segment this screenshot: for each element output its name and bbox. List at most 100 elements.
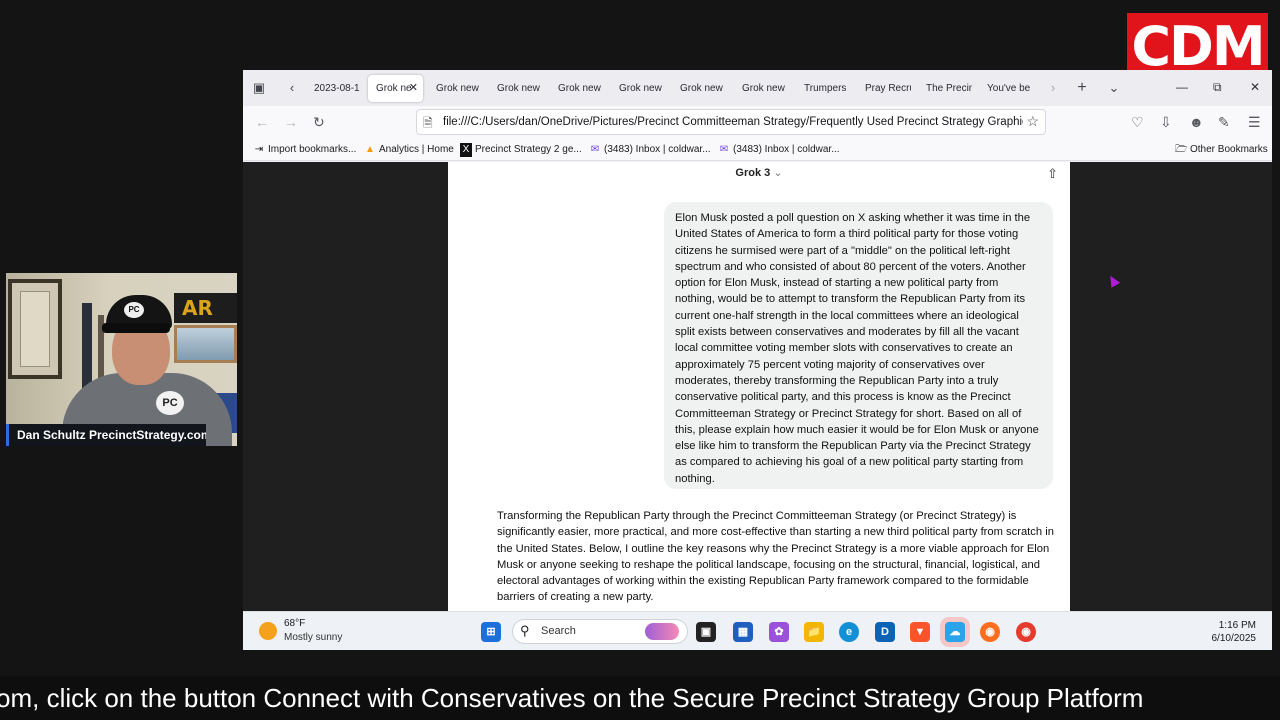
bookmark-label: (3483) Inbox | coldwar... xyxy=(604,144,711,155)
chevron-down-icon[interactable]: ⌄ xyxy=(1106,80,1122,96)
tab-label: Pray Recru xyxy=(865,83,911,94)
tab-label: Grok new xyxy=(558,83,601,94)
search-icon: ⚲ xyxy=(520,623,530,638)
weather-condition[interactable]: Mostly sunny xyxy=(284,632,342,643)
back-arrow-icon[interactable]: ← xyxy=(255,114,269,131)
mail-icon: ✉ xyxy=(719,144,729,155)
tab-youve-been[interactable]: You've be xyxy=(979,75,1033,102)
mail-icon: ✉ xyxy=(590,144,600,155)
import-icon: ⇥ xyxy=(254,144,264,155)
tab-label: Grok ne xyxy=(376,83,412,94)
bookmark-label: Analytics | Home xyxy=(379,144,454,155)
system-clock[interactable]: 1:16 PM 6/10/2025 xyxy=(1212,619,1257,645)
windows-taskbar: 68°F Mostly sunny ⊞ ⚲ Search ▣ ▦ ✿ 📁 e D… xyxy=(243,611,1272,650)
task-view-icon[interactable]: ▣ xyxy=(696,622,716,642)
weather-sun-icon[interactable] xyxy=(259,622,277,640)
edge-icon[interactable]: e xyxy=(839,622,859,642)
bookmark-star-icon[interactable]: ☆ xyxy=(1026,113,1039,130)
tab-the-precin[interactable]: The Precin xyxy=(918,75,972,102)
tab-trumpers[interactable]: Trumpers xyxy=(796,75,852,102)
bookmark-inbox[interactable]: ✉ (3483) Inbox | coldwar... xyxy=(589,143,711,157)
reload-icon[interactable]: ↻ xyxy=(313,114,325,131)
account-icon[interactable]: ☻ xyxy=(1189,114,1204,131)
downloads-icon[interactable]: ⇩ xyxy=(1160,114,1172,131)
tab-grok-active[interactable]: Grok ne ✕ xyxy=(368,75,423,102)
tab-grok[interactable]: Grok new xyxy=(611,75,667,102)
forward-arrow-icon[interactable]: → xyxy=(284,114,298,131)
chat-column: Grok 3 ⌄ ⇧ Elon Musk posted a poll quest… xyxy=(448,162,1070,611)
taskbar-search[interactable]: ⚲ Search xyxy=(512,619,688,644)
tab-2023-08[interactable]: 2023-08-1 xyxy=(306,75,361,102)
bookmark-analytics[interactable]: ▲ Analytics | Home xyxy=(364,143,454,157)
bookmark-label: Other Bookmarks xyxy=(1190,144,1268,155)
minimize-icon[interactable]: — xyxy=(1176,79,1188,95)
tab-list-icon[interactable]: ▣ xyxy=(251,80,267,96)
close-tab-icon[interactable]: ✕ xyxy=(409,75,418,102)
tab-grok[interactable]: Grok new xyxy=(672,75,728,102)
store-icon[interactable]: ▦ xyxy=(733,622,753,642)
presenter-caption: Dan Schultz PrecinctStrategy.com xyxy=(6,424,206,446)
news-ticker: om, click on the button Connect with Con… xyxy=(0,676,1280,720)
browser-window: ▣ ‹ 2023-08-1 Grok ne ✕ Grok new Grok new… xyxy=(243,70,1272,650)
copilot-icon[interactable]: ✿ xyxy=(769,622,789,642)
share-icon[interactable]: ⇧ xyxy=(1047,166,1058,182)
extensions-icon[interactable]: ✎ xyxy=(1218,114,1230,131)
framed-certificate xyxy=(8,279,62,379)
new-tab-icon[interactable]: + xyxy=(1074,80,1090,96)
tab-grok[interactable]: Grok new xyxy=(428,75,484,102)
model-selector[interactable]: Grok 3 ⌄ xyxy=(448,164,1070,182)
webcam-feed: AR PC PC Dan Schultz PrecinctStrategy.co… xyxy=(6,273,237,446)
tab-label: Grok new xyxy=(680,83,723,94)
shirt-logo: PC xyxy=(156,391,184,415)
tab-label: You've be xyxy=(987,83,1031,94)
pennant-flag: AR xyxy=(174,293,237,323)
restore-icon[interactable]: ⧉ xyxy=(1213,79,1222,95)
landscape-painting xyxy=(174,325,237,363)
file-icon: 🗎 xyxy=(423,116,433,130)
bookmark-import[interactable]: ⇥ Import bookmarks... xyxy=(253,143,357,157)
tab-grok[interactable]: Grok new xyxy=(489,75,545,102)
search-label: Search xyxy=(541,625,576,637)
tab-label: The Precin xyxy=(926,83,972,94)
chrome-icon[interactable]: ◉ xyxy=(1016,622,1036,642)
x-icon: X xyxy=(460,143,472,157)
onedrive-icon[interactable]: ☁ xyxy=(945,622,965,642)
firefox-icon[interactable]: ◉ xyxy=(980,622,1000,642)
navigation-bar: ← → ↻ 🗎 file:///C:/Users/dan/OneDrive/Pi… xyxy=(243,106,1272,140)
ticker-text: om, click on the button Connect with Con… xyxy=(0,683,1144,713)
tab-label: Grok new xyxy=(742,83,785,94)
folder-icon: 🗁 xyxy=(1175,144,1188,155)
clock-time: 1:16 PM xyxy=(1218,620,1256,631)
model-name: Grok 3 xyxy=(735,167,771,179)
tab-bar: ▣ ‹ 2023-08-1 Grok ne ✕ Grok new Grok new… xyxy=(243,70,1272,106)
address-bar[interactable]: 🗎 file:///C:/Users/dan/OneDrive/Pictures… xyxy=(416,109,1046,135)
weather-temperature[interactable]: 68°F xyxy=(284,618,305,629)
start-icon[interactable]: ⊞ xyxy=(481,622,501,642)
brave-icon[interactable]: ▼ xyxy=(910,622,930,642)
bookmarks-bar: ⇥ Import bookmarks... ▲ Analytics | Home X… xyxy=(243,140,1272,161)
url-text[interactable]: file:///C:/Users/dan/OneDrive/Pictures/P… xyxy=(443,110,1023,134)
file-explorer-icon[interactable]: 📁 xyxy=(804,622,824,642)
menu-icon[interactable]: ☰ xyxy=(1248,114,1261,131)
cap-brim xyxy=(102,323,170,333)
bookmark-label: Precinct Strategy 2 ge... xyxy=(475,144,582,155)
tab-scroll-right-icon[interactable]: › xyxy=(1045,80,1061,96)
other-bookmarks[interactable]: 🗁 Other Bookmarks xyxy=(1175,143,1268,157)
dell-icon[interactable]: D xyxy=(875,622,895,642)
chevron-down-icon: ⌄ xyxy=(773,167,783,179)
tab-grok[interactable]: Grok new xyxy=(550,75,606,102)
tab-grok[interactable]: Grok new xyxy=(734,75,790,102)
close-window-icon[interactable]: ✕ xyxy=(1250,79,1260,95)
pocket-icon[interactable]: ♡ xyxy=(1131,114,1144,131)
cap-logo: PC xyxy=(124,302,144,318)
tab-label: 2023-08-1 xyxy=(314,83,360,94)
assistant-reply: Transforming the Republican Party throug… xyxy=(497,510,1054,604)
bookmark-label: (3483) Inbox | coldwar... xyxy=(733,144,840,155)
tab-label: Trumpers xyxy=(804,83,847,94)
tab-label: Grok new xyxy=(436,83,479,94)
tab-scroll-left-icon[interactable]: ‹ xyxy=(284,80,300,96)
bookmark-inbox[interactable]: ✉ (3483) Inbox | coldwar... xyxy=(718,143,840,157)
tab-pray-recru[interactable]: Pray Recru xyxy=(857,75,911,102)
page-content: Grok 3 ⌄ ⇧ Elon Musk posted a poll quest… xyxy=(243,162,1272,611)
bookmark-precinct-strategy[interactable]: X Precinct Strategy 2 ge... xyxy=(460,143,582,157)
